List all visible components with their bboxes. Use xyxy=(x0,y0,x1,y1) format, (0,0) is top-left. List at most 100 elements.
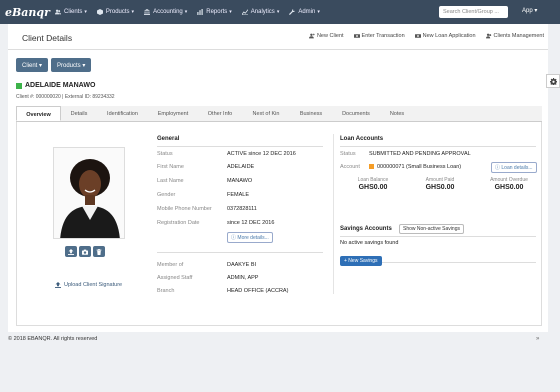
info-icon: ⓘ xyxy=(495,165,501,171)
loan-accounts-title: Loan Accounts xyxy=(340,136,384,142)
client-actions-label: Client xyxy=(22,63,38,69)
new-client-label: New Client xyxy=(316,33,344,39)
upload-signature-label: Upload Client Signature xyxy=(64,282,123,288)
page-title: Client Details xyxy=(22,33,73,43)
tab-details[interactable]: Details xyxy=(61,106,97,121)
nav-accounting[interactable]: Accounting ▾ xyxy=(144,9,187,15)
clients-management-label: Clients Management xyxy=(493,33,544,39)
tab-notes[interactable]: Notes xyxy=(380,106,414,121)
amount-overdue: Amount Overdue GHS0.00 xyxy=(479,177,539,191)
assigned-staff-label: Assigned Staff xyxy=(157,275,193,281)
show-non-active-savings-button[interactable]: Show Non-active Savings xyxy=(399,224,464,234)
general-divider xyxy=(157,146,323,147)
nav-products-label: Products xyxy=(105,9,130,15)
more-details-button[interactable]: ⓘ More details... xyxy=(227,232,273,243)
nav-analytics[interactable]: Analytics ▾ xyxy=(241,9,279,15)
tab-documents[interactable]: Documents xyxy=(332,106,380,121)
loan-details-button[interactable]: ⓘ Loan details... xyxy=(491,162,537,173)
tab-next-of-kin[interactable]: Next of Kin xyxy=(242,106,290,121)
loan-details-label: Loan details... xyxy=(501,165,533,171)
tab-employment[interactable]: Employment xyxy=(148,106,198,121)
nav-clients[interactable]: Clients ▾ xyxy=(55,9,87,15)
upload-icon xyxy=(68,248,74,255)
no-savings-text: No active savings found xyxy=(340,240,399,246)
line-chart-icon xyxy=(241,9,248,15)
amount-paid-label: Amount Paid xyxy=(425,177,455,183)
products-dropdown-label: Products xyxy=(57,63,81,69)
new-client-link[interactable]: New Client xyxy=(308,33,344,39)
gender-value: FEMALE xyxy=(227,192,250,198)
client-actions-dropdown[interactable]: Client ▾ xyxy=(16,58,49,72)
gear-icon xyxy=(549,77,557,85)
new-loan-application-link[interactable]: New Loan Application xyxy=(414,33,476,39)
loan-account-value[interactable]: 000000071 (Small Business Loan) xyxy=(377,164,461,170)
nav-admin[interactable]: Admin ▾ xyxy=(289,9,320,15)
savings-divider xyxy=(340,236,536,237)
savings-accounts-title: Savings Accounts xyxy=(340,226,392,232)
loan-balance: Loan Balance GHS0.00 xyxy=(345,177,401,191)
new-savings-button[interactable]: + New Savings xyxy=(340,256,382,266)
member-of-value[interactable]: DAAKYE BI xyxy=(227,262,256,268)
loan-divider xyxy=(340,146,536,147)
upload-icon xyxy=(55,282,61,288)
user-menu[interactable]: App ▾ xyxy=(522,7,537,14)
enter-transaction-link[interactable]: Enter Transaction xyxy=(353,33,405,39)
products-dropdown[interactable]: Products ▾ xyxy=(51,58,92,72)
registration-date-label: Registration Date xyxy=(157,220,200,226)
upload-signature-link[interactable]: Upload Client Signature xyxy=(55,282,122,288)
client-tabs: Overview Details Identification Employme… xyxy=(16,106,542,122)
last-name-label: Last Name xyxy=(157,178,184,184)
info-icon: ⓘ xyxy=(231,235,237,241)
clients-management-link[interactable]: Clients Management xyxy=(485,33,544,39)
quick-links: New Client Enter Transaction New Loan Ap… xyxy=(299,33,544,39)
settings-toggle[interactable] xyxy=(546,74,560,88)
caret-down-icon: ▾ xyxy=(39,63,43,69)
nav-analytics-label: Analytics xyxy=(250,9,275,15)
wrench-icon xyxy=(289,9,296,15)
tab-identification[interactable]: Identification xyxy=(97,106,148,121)
caret-down-icon: ▾ xyxy=(84,9,87,15)
capture-photo-button[interactable] xyxy=(79,246,91,257)
branch-value: HEAD OFFICE (ACCRA) xyxy=(227,288,289,294)
caret-down-icon: ▾ xyxy=(82,63,86,69)
caret-down-icon: ▾ xyxy=(534,8,538,14)
first-name-label: First Name xyxy=(157,164,184,170)
chevrons-icon[interactable]: » xyxy=(536,336,539,342)
brand-logo[interactable]: eBanqr xyxy=(5,6,55,19)
photo-actions xyxy=(65,246,107,257)
gender-label: Gender xyxy=(157,192,176,198)
more-details-label: More details... xyxy=(237,235,269,241)
bar-chart-icon xyxy=(197,9,203,15)
loan-balance-label: Loan Balance xyxy=(357,177,389,183)
client-photo xyxy=(53,147,125,239)
overview-pane: Upload Client Signature General Status A… xyxy=(16,122,542,326)
amount-overdue-label: Amount Overdue xyxy=(490,177,528,183)
assigned-staff-value: ADMIN, APP xyxy=(227,275,259,281)
tab-business[interactable]: Business xyxy=(290,106,332,121)
users-icon xyxy=(485,33,491,39)
bank-icon xyxy=(144,9,151,15)
caret-down-icon: ▾ xyxy=(131,9,135,15)
loan-balance-value: GHS0.00 xyxy=(358,184,388,191)
loan-status-label: Status xyxy=(340,151,356,157)
general-title: General xyxy=(157,136,180,142)
amount-paid: Amount Paid GHS0.00 xyxy=(412,177,468,191)
tab-overview[interactable]: Overview xyxy=(16,106,61,121)
caret-down-icon: ▾ xyxy=(229,9,232,15)
user-name: App xyxy=(522,8,533,14)
user-plus-icon xyxy=(308,33,315,39)
nav-accounting-label: Accounting xyxy=(153,9,183,15)
nav-products[interactable]: Products ▾ xyxy=(96,9,135,15)
footer-copyright: © 2018 EBANQR. All rights reserved xyxy=(8,336,98,342)
column-divider xyxy=(333,134,334,294)
client-name-text: ADELAIDE MANAWO xyxy=(25,82,96,89)
tab-other-info[interactable]: Other Info xyxy=(198,106,242,121)
nav-reports[interactable]: Reports ▾ xyxy=(197,9,232,15)
registration-date-value: since 12 DEC 2016 xyxy=(227,220,275,226)
money-icon xyxy=(414,34,421,38)
mobile-phone-label: Mobile Phone Number xyxy=(157,206,212,212)
first-name-value: ADELAIDE xyxy=(227,164,255,170)
client-search-input[interactable]: Search Client/Group ... xyxy=(439,6,508,18)
delete-photo-button[interactable] xyxy=(93,246,105,257)
upload-photo-button[interactable] xyxy=(65,246,77,257)
